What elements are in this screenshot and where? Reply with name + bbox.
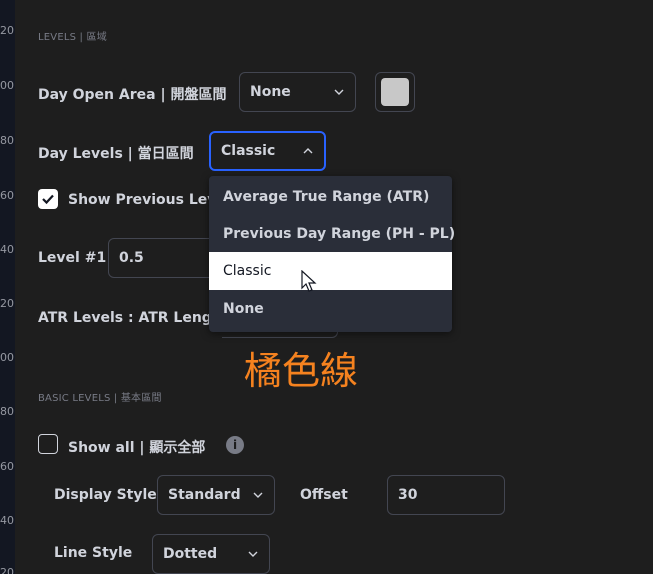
checkmark-icon xyxy=(42,194,54,205)
chevron-down-icon xyxy=(248,551,258,557)
level1-input[interactable]: 0.5 xyxy=(108,238,218,278)
atr-levels-label: ATR Levels : ATR Length xyxy=(38,310,229,326)
day-open-area-color-picker[interactable] xyxy=(375,72,415,112)
dropdown-option-classic[interactable]: Classic xyxy=(209,252,452,290)
display-style-value: Standard xyxy=(168,487,241,503)
chevron-down-icon xyxy=(334,89,344,95)
line-style-label: Line Style xyxy=(54,545,133,561)
day-levels-label: Day Levels | 當日區間 xyxy=(38,146,194,162)
day-levels-dropdown: Average True Range (ATR) Previous Day Ra… xyxy=(209,176,455,332)
axis-tick: 20 xyxy=(0,24,14,37)
info-icon[interactable]: i xyxy=(226,436,244,454)
chevron-up-icon xyxy=(303,148,313,154)
axis-tick: 20 xyxy=(0,297,14,310)
display-style-label: Display Style xyxy=(54,487,157,503)
axis-tick: 40 xyxy=(0,243,14,256)
offset-label: Offset xyxy=(300,487,348,503)
show-all-checkbox[interactable] xyxy=(38,434,58,454)
levels-section-title: LEVELS | 區域 xyxy=(38,32,107,43)
level1-value: 0.5 xyxy=(119,250,144,266)
day-open-area-select[interactable]: None xyxy=(239,72,356,112)
axis-tick: 60 xyxy=(0,460,14,473)
axis-tick: 00 xyxy=(0,351,14,364)
level1-label: Level #1 xyxy=(38,250,107,266)
price-axis-strip: 20 00 80 60 40 20 00 80 60 40 20 xyxy=(0,0,15,574)
day-levels-value: Classic xyxy=(221,143,276,159)
day-open-area-label: Day Open Area | 開盤區間 xyxy=(38,87,227,103)
day-open-area-value: None xyxy=(250,84,291,100)
show-all-label: Show all | 顯示全部 xyxy=(68,440,206,456)
mouse-cursor-icon xyxy=(301,270,317,292)
axis-tick: 40 xyxy=(0,514,14,527)
axis-tick: 20 xyxy=(0,566,14,574)
show-previous-checkbox[interactable] xyxy=(38,189,58,209)
axis-tick: 60 xyxy=(0,189,14,202)
annotation-text: 橘色線 xyxy=(244,349,359,393)
axis-tick: 80 xyxy=(0,405,14,418)
day-levels-select[interactable]: Classic xyxy=(209,131,326,171)
basic-levels-section-title: BASIC LEVELS | 基本區間 xyxy=(38,393,162,404)
display-style-select[interactable]: Standard xyxy=(157,475,275,515)
line-style-select[interactable]: Dotted xyxy=(152,534,270,574)
axis-tick: 00 xyxy=(0,79,14,92)
offset-input[interactable]: 30 xyxy=(387,475,505,515)
dropdown-option-atr[interactable]: Average True Range (ATR) xyxy=(209,178,452,216)
line-style-value: Dotted xyxy=(163,546,218,562)
axis-tick: 80 xyxy=(0,134,14,147)
color-swatch xyxy=(381,78,409,106)
dropdown-option-previous-day-range[interactable]: Previous Day Range (PH - PL) xyxy=(209,215,455,253)
chevron-down-icon xyxy=(253,492,263,498)
offset-value: 30 xyxy=(398,487,418,503)
show-previous-label: Show Previous Leve xyxy=(68,192,226,208)
dropdown-option-none[interactable]: None xyxy=(209,290,452,328)
